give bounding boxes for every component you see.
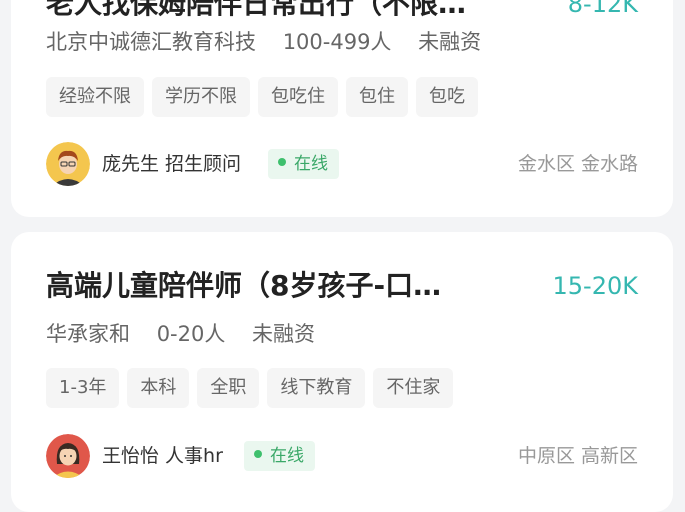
job-title: 高端儿童陪伴师（8岁孩子-口…: [46, 269, 442, 302]
job-tag: 经验不限: [46, 77, 144, 117]
recruiter-row: 庞先生 招生顾问 在线 金水区 金水路: [46, 142, 638, 186]
job-tag: 1-3年: [46, 368, 120, 408]
company-size: 100-499人: [282, 30, 392, 54]
job-tag: 全职: [197, 368, 260, 408]
job-tag: 包吃: [416, 77, 478, 117]
female-avatar-icon: [46, 434, 90, 478]
online-status-badge: 在线: [244, 441, 315, 471]
online-status-label: 在线: [270, 446, 304, 466]
recruiter-name: 王怡怡 人事hr: [102, 445, 223, 467]
job-tag: 包吃住: [258, 77, 338, 117]
job-tag: 不住家: [373, 368, 454, 408]
company-info: 北京中诚德汇教育科技 100-499人 未融资: [46, 26, 638, 58]
funding-stage: 未融资: [418, 30, 482, 54]
job-tags: 经验不限 学历不限 包吃住 包住 包吃: [46, 77, 638, 117]
salary: 8-12K: [567, 0, 638, 18]
company-size: 0-20人: [156, 322, 226, 346]
online-status-badge: 在线: [268, 149, 339, 179]
job-tag: 本科: [127, 368, 190, 408]
salary: 15-20K: [552, 272, 638, 300]
male-avatar-icon: [46, 142, 90, 186]
company-info: 华承家和 0-20人 未融资: [46, 318, 638, 350]
online-dot-icon: [254, 450, 262, 458]
online-dot-icon: [278, 158, 286, 166]
company-name: 北京中诚德汇教育科技: [46, 30, 256, 54]
job-location: 中原区 高新区: [517, 445, 638, 467]
job-title: 老人找保姆陪伴日常出行（不限…: [46, 0, 467, 20]
avatar[interactable]: [46, 434, 90, 478]
job-tag: 包住: [346, 77, 408, 117]
recruiter-name: 庞先生 招生顾问: [102, 153, 242, 175]
recruiter-row: 王怡怡 人事hr 在线 中原区 高新区: [46, 434, 638, 478]
job-title-row: 高端儿童陪伴师（8岁孩子-口… 15-20K: [46, 264, 638, 308]
job-title-row: 老人找保姆陪伴日常出行（不限… 8-12K: [46, 0, 638, 26]
online-status-label: 在线: [294, 154, 328, 174]
job-tags: 1-3年 本科 全职 线下教育 不住家: [46, 368, 638, 408]
job-card[interactable]: 高端儿童陪伴师（8岁孩子-口… 15-20K 华承家和 0-20人 未融资 1-…: [11, 232, 673, 512]
job-card[interactable]: 老人找保姆陪伴日常出行（不限… 8-12K 北京中诚德汇教育科技 100-499…: [11, 0, 673, 217]
avatar[interactable]: [46, 142, 90, 186]
job-tag: 线下教育: [267, 368, 366, 408]
job-location: 金水区 金水路: [517, 153, 638, 175]
company-name: 华承家和: [46, 322, 130, 346]
job-tag: 学历不限: [152, 77, 250, 117]
funding-stage: 未融资: [252, 322, 316, 346]
